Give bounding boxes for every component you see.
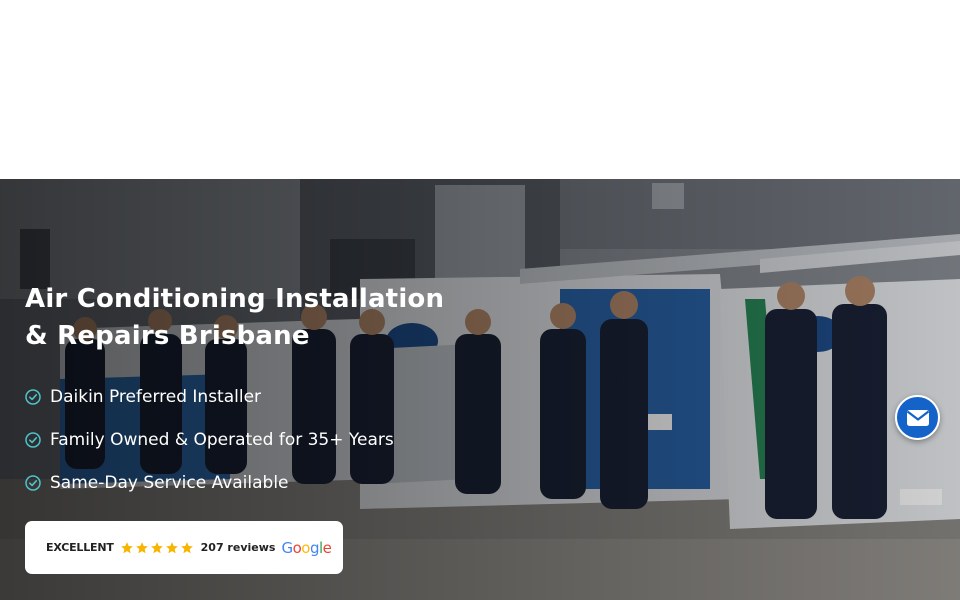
feature-item: Daikin Preferred Installer [25,375,394,418]
feature-item: Same-Day Service Available [25,461,394,504]
page-header-area [0,0,960,179]
star-icon [120,541,133,553]
review-count: 207 reviews [200,541,276,554]
star-icon [150,541,163,553]
hero-title-line-1: Air Conditioning Installation [25,284,445,314]
feature-label: Family Owned & Operated for 35+ Years [50,429,394,450]
check-circle-icon [25,431,41,448]
hero-title-line-2: & Repairs Brisbane [25,321,310,351]
google-review-badge[interactable]: EXCELLENT 207 reviews Google [25,521,343,574]
feature-label: Same-Day Service Available [50,472,289,493]
star-icon [180,541,193,553]
feature-item: Family Owned & Operated for 35+ Years [25,418,394,461]
check-circle-icon [25,474,41,491]
contact-email-button[interactable] [895,395,940,440]
star-icon [165,541,178,553]
check-circle-icon [25,388,41,405]
feature-label: Daikin Preferred Installer [50,386,262,407]
feature-list: Daikin Preferred Installer Family Owned … [25,375,394,504]
hero-banner: Air Conditioning Installation & Repairs … [0,179,960,600]
envelope-icon [906,409,929,426]
review-stars [120,541,195,555]
hero-title: Air Conditioning Installation & Repairs … [25,281,485,355]
review-rating-label: EXCELLENT [46,541,114,554]
google-logo: Google [281,538,332,557]
star-icon [135,541,148,553]
